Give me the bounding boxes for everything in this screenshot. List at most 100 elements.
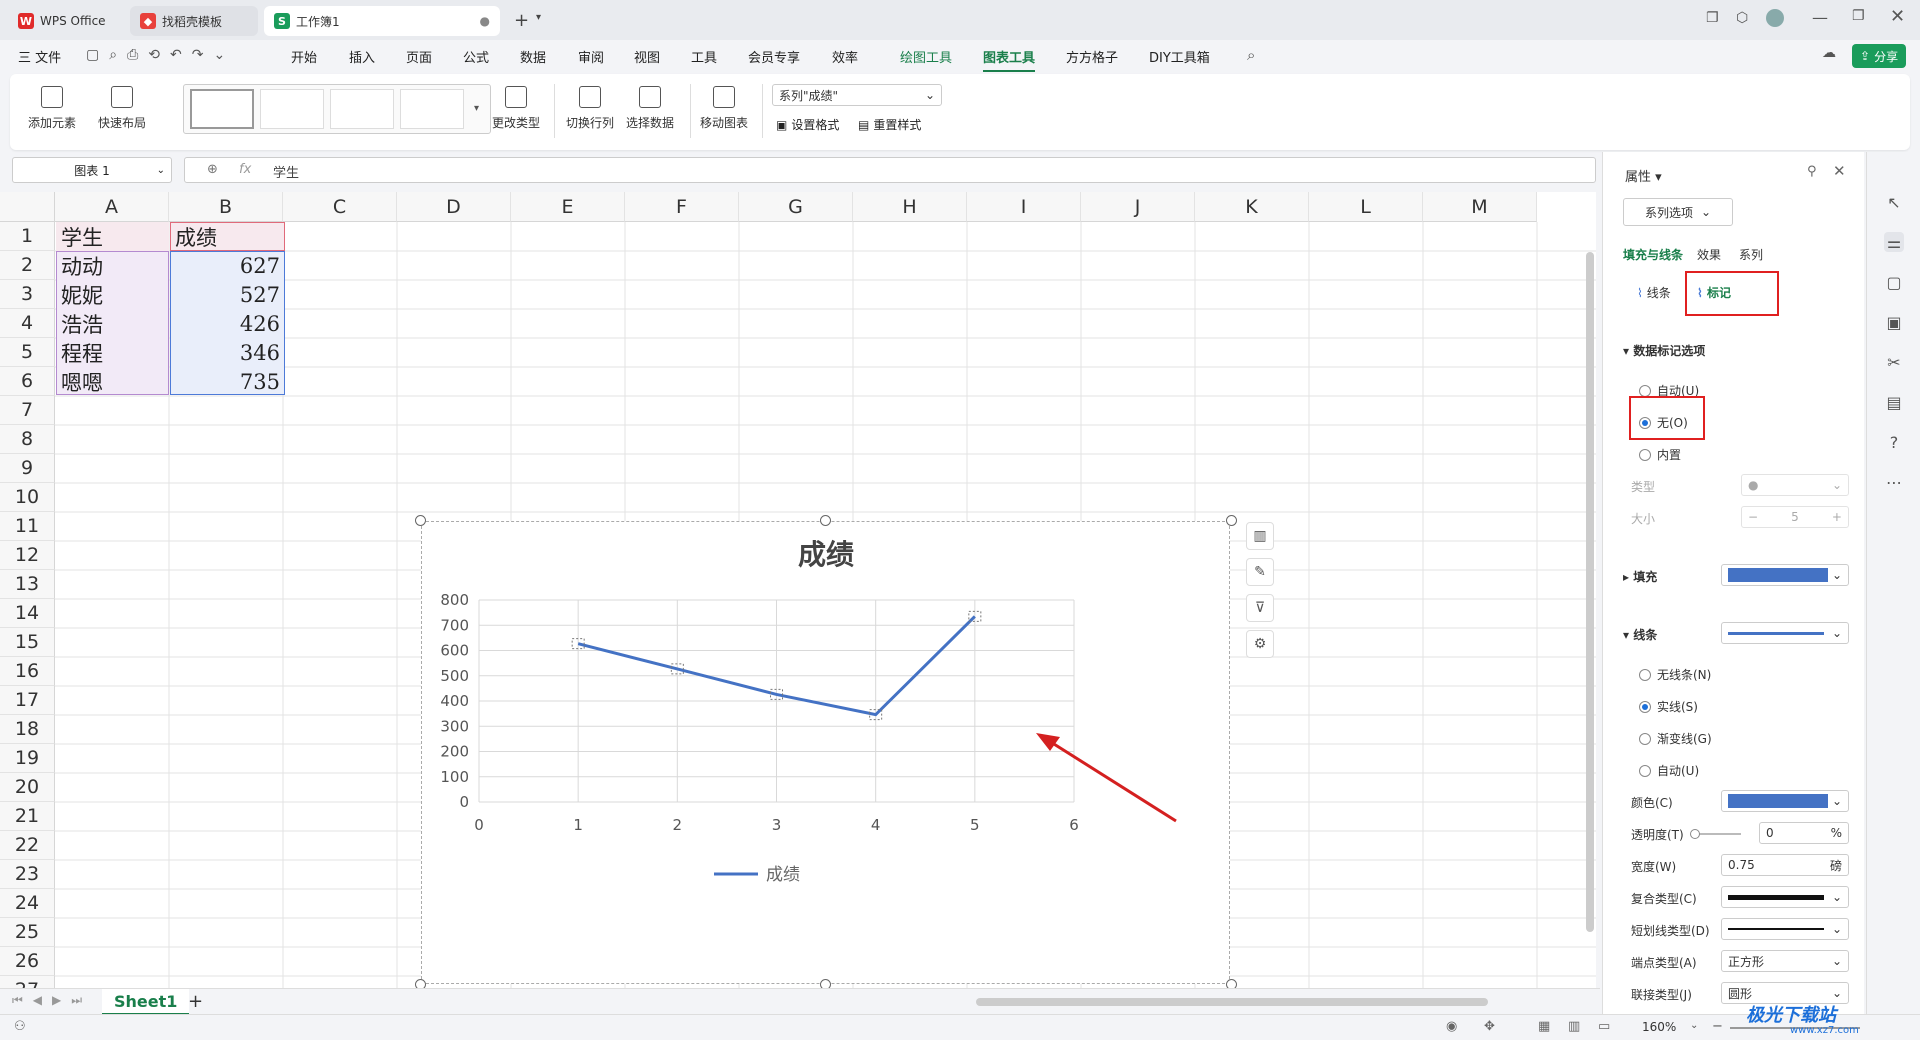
column-header-j[interactable]: J [1081,192,1195,222]
row-header-11[interactable]: 11 [0,512,55,541]
normal-view-icon[interactable]: ▦ [1538,1019,1550,1034]
transparency-input[interactable]: 0% [1759,822,1849,844]
column-header-e[interactable]: E [511,192,625,222]
marker-type-dropdown[interactable]: ● ⌄ [1741,474,1849,496]
cap-type-dropdown[interactable]: 正方形 ⌄ [1721,950,1849,972]
line-color-dropdown[interactable]: ⌄ [1721,790,1849,812]
pin-icon[interactable]: ⚲ [1807,164,1817,179]
row-header-4[interactable]: 4 [0,309,55,338]
radio-marker-builtin[interactable]: 内置 [1639,446,1681,463]
chevron-down-icon[interactable]: ▾ [536,12,541,23]
vertical-scrollbar[interactable] [1586,252,1594,932]
column-header-c[interactable]: C [283,192,397,222]
gallery-more-icon[interactable]: ▾ [474,103,479,114]
plus-icon[interactable]: + [1832,510,1842,524]
dash-type-dropdown[interactable]: ⌄ [1721,918,1849,940]
quick-access-icons[interactable]: ▢⌕⎙⟲↶↷⌄ [86,47,235,63]
zoom-level[interactable]: 160% [1642,1020,1676,1034]
menu-fangfang[interactable]: 方方格子 [1066,47,1118,66]
row-header-19[interactable]: 19 [0,744,55,773]
book-icon[interactable]: ▤ [1884,392,1904,412]
zoom-out-icon[interactable]: − [1712,1019,1723,1034]
column-header-f[interactable]: F [625,192,739,222]
tab-docer-template[interactable]: ◆ 找稻壳模板 [130,6,258,36]
cloud-icon[interactable]: ☁ [1822,45,1836,61]
line-section-header[interactable]: ▾ 线条 [1623,626,1657,643]
column-header-m[interactable]: M [1423,192,1537,222]
more-icon[interactable]: ⋯ [1884,472,1904,492]
tab-series[interactable]: 系列 [1739,246,1763,263]
row-header-26[interactable]: 26 [0,947,55,976]
property-settings-icon[interactable]: ⚌ [1884,232,1904,252]
chart-style-brush-icon[interactable]: ✎ [1246,558,1274,586]
cube-icon[interactable]: ⬡ [1736,10,1748,26]
column-header-b[interactable]: B [169,192,283,222]
select-pointer-icon[interactable]: ↖ [1884,192,1904,212]
column-header-d[interactable]: D [397,192,511,222]
cell-a4[interactable]: 浩浩 [56,309,169,338]
cell-b5[interactable]: 346 [170,338,285,367]
width-input[interactable]: 0.75 磅 [1721,854,1849,876]
tab-wps-office[interactable]: W WPS Office [8,6,124,36]
focus-mode-icon[interactable]: ✥ [1484,1019,1495,1034]
fill-section-header[interactable]: ▸ 填充 [1623,568,1657,585]
row-header-6[interactable]: 6 [0,367,55,396]
compound-type-dropdown[interactable]: ⌄ [1721,886,1849,908]
fill-color-dropdown[interactable]: ⌄ [1721,564,1849,586]
chart-style-3[interactable] [330,89,394,129]
resize-handle-tl[interactable] [415,515,426,526]
row-header-2[interactable]: 2 [0,251,55,280]
sheet-tab-sheet1[interactable]: Sheet1 [102,989,190,1015]
new-tab-icon[interactable]: + [514,10,529,31]
help-icon[interactable]: ? [1884,432,1904,452]
row-header-1[interactable]: 1 [0,222,55,251]
cell-b6[interactable]: 735 [170,367,285,396]
row-header-3[interactable]: 3 [0,280,55,309]
menu-efficiency[interactable]: 效率 [832,47,858,66]
row-header-5[interactable]: 5 [0,338,55,367]
menu-tools[interactable]: 工具 [691,47,717,66]
reset-style-button[interactable]: ▤ 重置样式 [858,116,921,133]
row-header-18[interactable]: 18 [0,715,55,744]
row-header-23[interactable]: 23 [0,860,55,889]
select-data-button[interactable]: 选择数据 [626,86,674,131]
add-sheet-button[interactable]: + [188,991,203,1012]
row-header-22[interactable]: 22 [0,831,55,860]
close-icon[interactable]: ✕ [1890,6,1905,27]
chart-elements-icon[interactable]: ▥ [1246,522,1274,550]
row-header-17[interactable]: 17 [0,686,55,715]
series-select-dropdown[interactable]: 系列"成绩" ⌄ [772,84,942,106]
column-header-h[interactable]: H [853,192,967,222]
switch-rowcol-button[interactable]: 切换行列 [566,86,614,131]
comment-icon[interactable]: ▢ [1884,272,1904,292]
radio-gradient-line[interactable]: 渐变线(G) [1639,730,1712,747]
marker-size-stepper[interactable]: − 5 + [1741,506,1849,528]
row-header-20[interactable]: 20 [0,773,55,802]
chart-legend[interactable]: 成绩 [714,865,800,885]
chart-title[interactable]: 成绩 [798,538,854,571]
quick-layout-button[interactable]: 快速布局 [98,86,146,131]
line-style-dropdown[interactable]: ⌄ [1721,622,1849,644]
minus-icon[interactable]: − [1748,510,1758,524]
fx-icon[interactable]: fx [239,162,251,177]
eye-protect-icon[interactable]: ◉ [1446,1019,1457,1034]
window-icon[interactable]: ❐ [1706,10,1719,26]
cell-b4[interactable]: 426 [170,309,285,338]
tab-fill-line[interactable]: 填充与线条 [1623,246,1683,263]
cell-b1[interactable]: 成绩 [170,222,285,251]
slider-thumb[interactable] [1690,829,1700,839]
chevron-down-icon[interactable]: ⌄ [1690,1020,1698,1031]
radio-auto-line[interactable]: 自动(U) [1639,762,1699,779]
row-header-10[interactable]: 10 [0,483,55,512]
series-options-dropdown[interactable]: 系列选项 ⌄ [1623,198,1733,226]
cell-a2[interactable]: 动动 [56,251,169,280]
resize-handle-tr[interactable] [1226,515,1237,526]
radio-solid-line[interactable]: 实线(S) [1639,698,1698,715]
name-box[interactable]: 图表 1 ⌄ [12,157,172,183]
marker-section-header[interactable]: ▾ 数据标记选项 [1623,342,1705,359]
column-header-l[interactable]: L [1309,192,1423,222]
row-header-9[interactable]: 9 [0,454,55,483]
menu-member[interactable]: 会员专享 [748,47,800,66]
menu-data[interactable]: 数据 [520,47,546,66]
sheet-nav-arrows[interactable]: ⏮◀▶⏭ [12,993,92,1008]
